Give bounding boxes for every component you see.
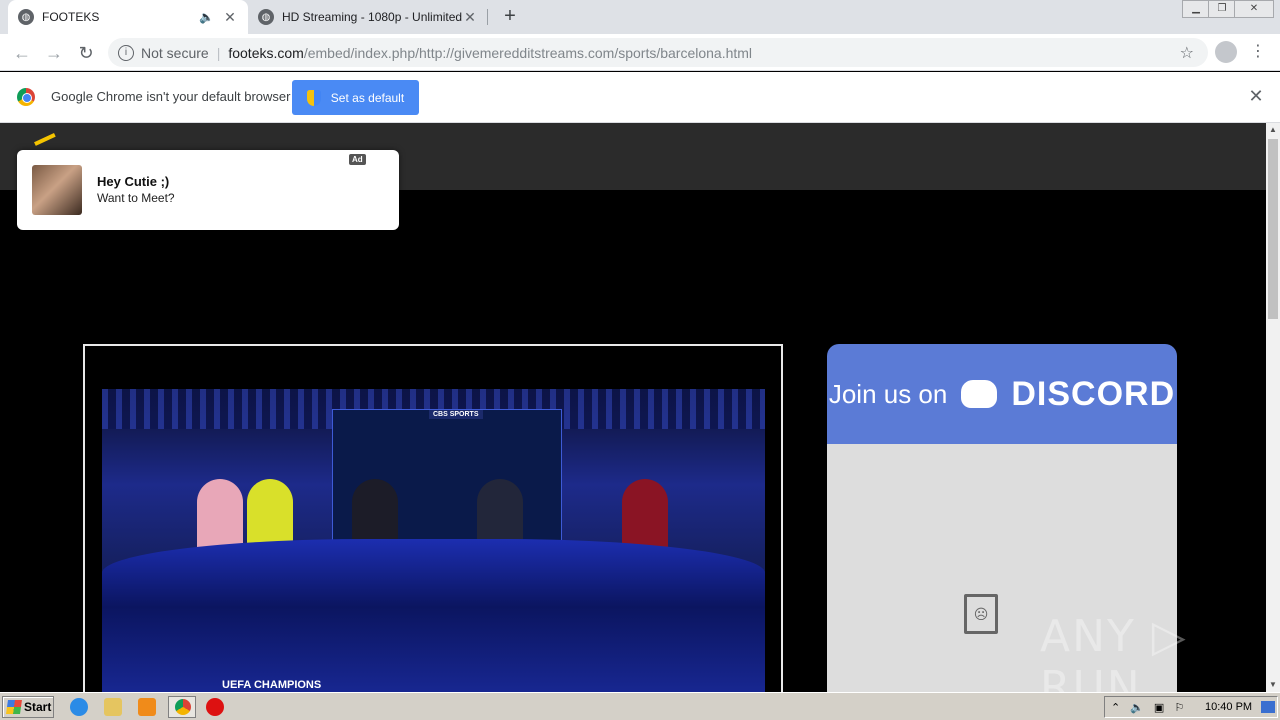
video-player[interactable]: CBS SPORTS UEFA CHAMPIONS [83,344,783,692]
forward-icon[interactable]: → [42,41,66,65]
security-label: Not secure [141,44,209,61]
profile-avatar-icon[interactable] [1215,41,1237,63]
network-icon[interactable]: ▣ [1154,701,1164,714]
kebab-menu-icon[interactable]: ⋮ [1250,40,1266,64]
video-frame[interactable]: CBS SPORTS UEFA CHAMPIONS [102,389,765,692]
vertical-scrollbar[interactable]: ▲ ▼ [1266,123,1280,692]
chrome-logo-icon [17,88,35,106]
discord-banner[interactable]: Join us on DISCORD [827,344,1177,444]
browser-toolbar: ← → ↻ i Not secure | footeks.com/embed/i… [0,34,1280,71]
default-browser-infobar: Google Chrome isn't your default browser… [0,72,1280,123]
windows-taskbar: Start ⌃ 🔈 ▣ ⚐ 10:40 PM [0,692,1280,720]
tab-divider [487,9,488,25]
system-tray: ⌃ 🔈 ▣ ⚐ 10:40 PM [1104,696,1278,718]
discord-logo-icon [961,380,998,408]
scroll-down-arrow-icon[interactable]: ▼ [1266,678,1280,692]
studio-desk [102,539,765,692]
back-icon[interactable]: ← [10,41,34,65]
speaker-icon[interactable]: 🔈 [199,10,214,24]
broken-page-icon: ☹ [964,594,998,634]
scroll-thumb[interactable] [1268,139,1278,319]
alert-app-icon[interactable] [206,698,224,716]
tab-footeks[interactable]: ◍ FOOTEKS 🔈 ✕ [8,0,248,34]
ie-icon[interactable] [70,698,88,716]
tab-strip: ◍ FOOTEKS 🔈 ✕ ◍ HD Streaming - 1080p - U… [0,0,1280,34]
windows-flag-icon [6,700,22,714]
tab-title: HD Streaming - 1080p - Unlimited Do [282,10,462,24]
address-divider: | [216,44,221,61]
notification-body: Want to Meet? [97,191,175,205]
minimize-button[interactable]: ▁ [1182,0,1210,18]
start-button[interactable]: Start [2,696,54,718]
tray-expand-icon[interactable]: ⌃ [1111,701,1120,714]
ad-badge: Ad [349,154,366,165]
anyrun-watermark: ANY ▷ RUN [1040,611,1188,692]
set-as-default-label: Set as default [330,90,405,105]
ucl-logo-text: UEFA CHAMPIONS [222,679,322,691]
broadcaster-label: CBS SPORTS [429,410,483,419]
notification-title: Hey Cutie ;) [97,174,170,189]
restore-button[interactable]: ❐ [1208,0,1236,18]
globe-icon: ◍ [258,9,274,25]
notification-thumbnail [32,165,82,215]
flag-icon[interactable]: ⚐ [1174,701,1184,714]
set-as-default-button[interactable]: Set as default [292,80,419,115]
url-host: footeks.com [228,44,304,61]
new-tab-button[interactable]: + [498,4,522,28]
page-content: Ad Hey Cutie ;) Want to Meet? CBS SPORTS… [0,123,1266,692]
tab-title: FOOTEKS [42,10,100,24]
shield-icon [306,89,321,106]
info-icon[interactable]: i [118,44,134,61]
globe-icon: ◍ [18,9,34,25]
chrome-icon [175,699,191,715]
close-tab-icon[interactable]: ✕ [462,9,478,26]
folder-icon[interactable] [104,698,122,716]
reload-icon[interactable]: ↻ [74,41,98,65]
close-window-button[interactable]: ✕ [1234,0,1274,18]
chrome-taskbar-button[interactable] [168,696,196,718]
tab-hd-streaming[interactable]: ◍ HD Streaming - 1080p - Unlimited Do ✕ [248,0,488,34]
discord-wordmark: DISCORD [1011,374,1176,413]
media-player-icon[interactable] [138,698,156,716]
discord-join-text: Join us on [828,378,948,409]
start-label: Start [24,700,52,714]
clock[interactable]: 10:40 PM [1205,701,1252,713]
ad-notification[interactable]: Ad Hey Cutie ;) Want to Meet? [17,150,399,230]
address-bar[interactable]: i Not secure | footeks.com/embed/index.p… [108,38,1208,67]
scroll-up-arrow-icon[interactable]: ▲ [1266,123,1280,137]
close-tab-icon[interactable]: ✕ [222,9,238,26]
infobar-message: Google Chrome isn't your default browser [51,89,291,104]
bookmark-star-icon[interactable]: ☆ [1180,43,1194,63]
close-infobar-icon[interactable]: ✕ [1246,86,1266,107]
show-desktop-icon[interactable] [1261,701,1275,713]
url-path: /embed/index.php/http://givemeredditstre… [303,44,753,61]
volume-icon[interactable]: 🔈 [1130,701,1144,714]
